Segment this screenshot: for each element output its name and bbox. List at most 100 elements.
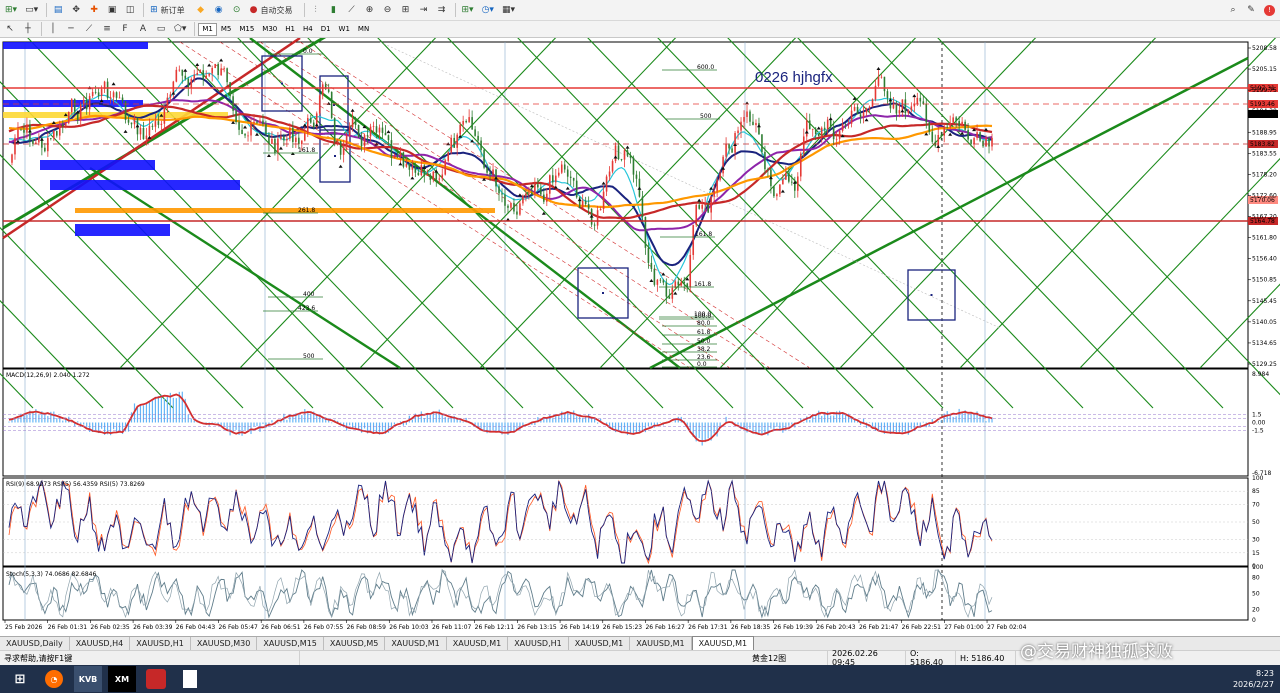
candle-body xyxy=(211,67,213,74)
crosshair-move-icon: ✥ xyxy=(72,5,80,15)
timeframe-w1[interactable]: W1 xyxy=(335,23,354,36)
timeframe-m15[interactable]: M15 xyxy=(235,23,258,36)
signals-button[interactable]: ◉ xyxy=(211,2,227,18)
candle-body xyxy=(429,174,432,180)
bar-chart-button[interactable]: ⫶ xyxy=(308,2,324,18)
line-chart-icon: ⟋ xyxy=(348,5,355,15)
taskbar-app-xm[interactable]: XM xyxy=(108,666,136,692)
periods-button[interactable]: ◷▾ xyxy=(479,2,497,18)
profiles-button[interactable]: ▭▾ xyxy=(22,2,41,18)
candle-body xyxy=(372,126,375,128)
chart-area[interactable]: 5197.31 5193.46 5191.20 5183.82 5164.78 5170.… xyxy=(0,38,1280,636)
candle-body xyxy=(862,112,865,117)
zoom-out-icon: ⊖ xyxy=(383,5,392,15)
chart-tab[interactable]: XAUUSD,M1 xyxy=(691,636,755,650)
chart-tab[interactable]: XAUUSD,Daily xyxy=(0,637,70,650)
line-chart-button[interactable]: ⟋ xyxy=(344,2,360,18)
candle-body xyxy=(106,81,109,99)
zoom-out-button[interactable]: ⊖ xyxy=(380,2,396,18)
chart-tab[interactable]: XAUUSD,M15 xyxy=(257,637,324,650)
new-chart-button[interactable]: ⊞▾ xyxy=(2,2,20,18)
timeframe-h1[interactable]: H1 xyxy=(281,23,299,36)
chart-tab[interactable]: XAUUSD,M1 xyxy=(385,637,447,650)
terminal-button[interactable]: ▣ xyxy=(104,2,120,18)
shapes-tool[interactable]: ⬠▾ xyxy=(171,21,189,37)
candle-body xyxy=(289,127,291,139)
candle-chart-button[interactable]: ▮ xyxy=(326,2,342,18)
new-order-button[interactable]: ⊞ 新订单 xyxy=(147,2,191,18)
candle-body xyxy=(56,130,58,136)
chat-button[interactable]: ✎ xyxy=(1243,2,1259,18)
zoom-in-button[interactable]: ⊕ xyxy=(362,2,378,18)
timeframe-h4[interactable]: H4 xyxy=(299,23,317,36)
candle-body xyxy=(196,72,199,75)
chart-tab[interactable]: XAUUSD,M1 xyxy=(630,637,692,650)
status-profile[interactable]: 黄金12图 xyxy=(748,650,828,666)
candle-body xyxy=(782,179,784,185)
crosshair-tool[interactable]: ┼ xyxy=(20,21,36,37)
chart-tab[interactable]: XAUUSD,H1 xyxy=(130,637,191,650)
chart-tab[interactable]: XAUUSD,H1 xyxy=(508,637,569,650)
candle-body xyxy=(680,281,683,286)
timeframe-m5[interactable]: M5 xyxy=(217,23,236,36)
candle-body xyxy=(256,121,258,123)
price-chart-svg[interactable]: 5197.315193.465191.205183.825164.785170.… xyxy=(0,38,1280,636)
chart-tab[interactable]: XAUUSD,M30 xyxy=(191,637,258,650)
auto-scroll-button[interactable]: ⇉ xyxy=(434,2,450,18)
taskbar-app-browser[interactable]: ◔ xyxy=(40,666,68,692)
chart-tab[interactable]: XAUUSD,M1 xyxy=(569,637,631,650)
chart-tab[interactable]: XAUUSD,H4 xyxy=(70,637,131,650)
candle-body xyxy=(20,129,22,131)
candle-body xyxy=(47,138,49,152)
candle-body xyxy=(220,68,222,76)
candle-body xyxy=(877,77,880,86)
timeframe-m30[interactable]: M30 xyxy=(258,23,281,36)
taskbar-app-kvb[interactable]: KVB xyxy=(74,666,102,692)
candle-body xyxy=(417,172,420,176)
tester-button[interactable]: ◫ xyxy=(122,2,138,18)
chart-tab[interactable]: XAUUSD,M5 xyxy=(324,637,386,650)
candle-body xyxy=(318,95,321,114)
search-button[interactable]: ⌕ xyxy=(1225,2,1241,18)
candle-body xyxy=(226,68,228,83)
candle-body xyxy=(232,96,234,111)
auto-trading-button[interactable]: ● 自动交易 xyxy=(247,2,299,18)
candle-body xyxy=(301,140,303,145)
time-tick-label: 26 Feb 15:23 xyxy=(603,624,643,631)
cursor-tool[interactable]: ↖ xyxy=(2,21,18,37)
candle-body xyxy=(551,175,554,183)
start-button[interactable]: ⊞ xyxy=(6,666,34,692)
timeframe-m1[interactable]: M1 xyxy=(198,22,217,36)
chart-shift-button[interactable]: ⇥ xyxy=(416,2,432,18)
candle-body xyxy=(662,280,665,283)
meta-editor-button[interactable]: ◆ xyxy=(193,2,209,18)
auto-scroll-icon: ⇉ xyxy=(437,5,446,15)
taskbar-app-red[interactable] xyxy=(142,666,170,692)
candle-body xyxy=(566,169,569,177)
candle-body xyxy=(967,129,969,140)
market-watch-button[interactable]: ▤ xyxy=(50,2,66,18)
channel-tool[interactable]: ≡ xyxy=(99,21,115,37)
vertical-line-tool[interactable]: │ xyxy=(45,21,61,37)
taskbar-app-file[interactable] xyxy=(176,666,204,692)
data-window-button[interactable]: ✥ xyxy=(68,2,84,18)
candle-body xyxy=(779,184,781,195)
timeframe-mn[interactable]: MN xyxy=(354,23,373,36)
text-tool[interactable]: A xyxy=(135,21,151,37)
notifications-button[interactable]: ! xyxy=(1261,2,1278,18)
timeframe-d1[interactable]: D1 xyxy=(317,23,335,36)
navigator-button[interactable]: ✚ xyxy=(86,2,102,18)
fibonacci-tool[interactable]: F xyxy=(117,21,133,37)
trendline-tool[interactable]: ⟋ xyxy=(81,21,97,37)
horizontal-line-tool[interactable]: ─ xyxy=(63,21,79,37)
candle-body xyxy=(752,121,754,126)
fib-level-label: 161.8 xyxy=(298,147,315,154)
market-button[interactable]: ⊙ xyxy=(229,2,245,18)
indicators-button[interactable]: ⊞▾ xyxy=(459,2,477,18)
candle-body xyxy=(465,121,467,123)
chart-tab[interactable]: XAUUSD,M1 xyxy=(447,637,509,650)
templates-button[interactable]: ▦▾ xyxy=(499,2,518,18)
label-tool[interactable]: ▭ xyxy=(153,21,169,37)
fib-level-label: 100.0 xyxy=(694,313,711,320)
tile-windows-button[interactable]: ⊞ xyxy=(398,2,414,18)
